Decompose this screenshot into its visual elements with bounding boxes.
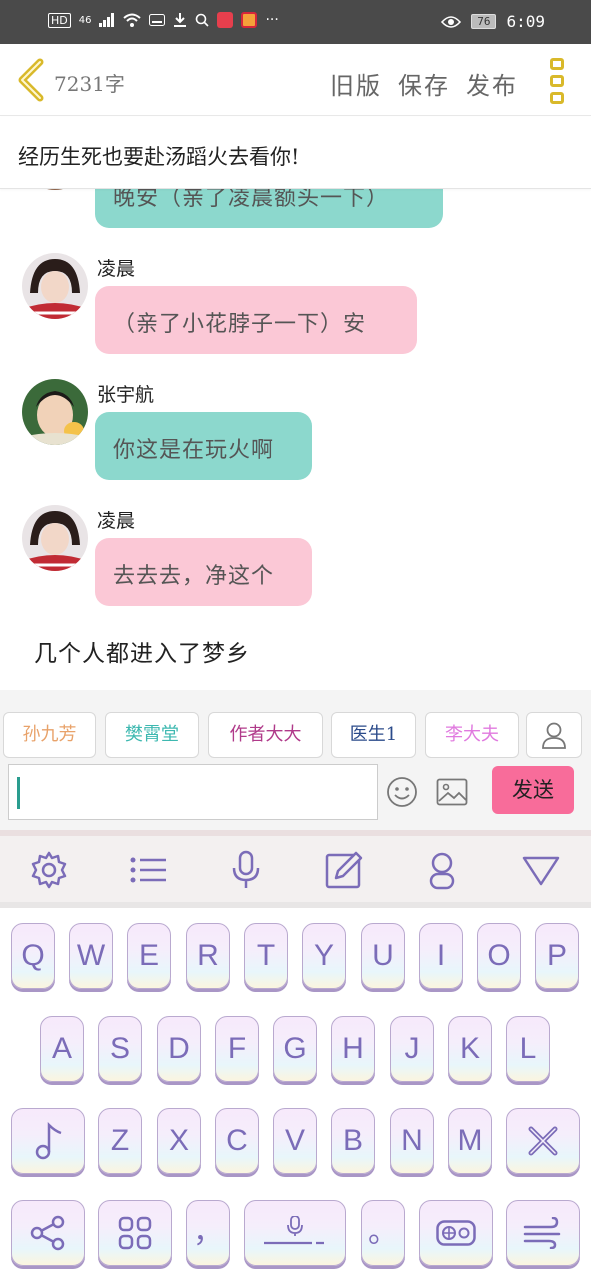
- keyboard-toolbar: [0, 830, 591, 908]
- chat-area[interactable]: 晚安（亲了凌晨额头一下） 凌晨 （亲了小花脖子一下）安 张宇航 你这是在玩火啊: [0, 150, 591, 690]
- character-tab[interactable]: 樊霄堂: [105, 712, 199, 758]
- key-r[interactable]: R: [186, 923, 230, 989]
- story-title: 经历生死也要赴汤蹈火去看你!: [18, 145, 300, 169]
- key-w[interactable]: W: [69, 923, 113, 989]
- key-c[interactable]: C: [215, 1108, 259, 1174]
- enter-key[interactable]: [506, 1200, 580, 1266]
- list-icon[interactable]: [128, 850, 168, 890]
- status-bar: HD 46 ··· 76 6:09: [0, 0, 591, 44]
- old-version-button[interactable]: 旧版: [330, 66, 382, 101]
- clock: 6:09: [506, 12, 545, 31]
- avatar[interactable]: [22, 253, 88, 319]
- key-n[interactable]: N: [390, 1108, 434, 1174]
- key-t[interactable]: T: [244, 923, 288, 989]
- person-icon[interactable]: [422, 850, 462, 890]
- more-menu-icon[interactable]: [550, 58, 566, 104]
- delete-key[interactable]: [506, 1108, 580, 1174]
- music-note-icon: [35, 1121, 62, 1160]
- space-key[interactable]: [244, 1200, 346, 1266]
- key-a[interactable]: A: [40, 1016, 84, 1082]
- key-g[interactable]: G: [273, 1016, 317, 1082]
- publish-button[interactable]: 发布: [466, 66, 518, 101]
- compose-panel: 孙九芳 樊霄堂 作者大大 医生1 李大夫 发送: [0, 690, 591, 830]
- eye-icon: [441, 15, 462, 28]
- sender-name: 张宇航: [97, 384, 155, 406]
- keyboard: Q W E R T Y U I O P A S D F G H J K L Z …: [0, 908, 591, 1280]
- search-status-icon: [196, 13, 210, 27]
- period-key[interactable]: 。: [361, 1200, 405, 1266]
- microphone-icon[interactable]: [226, 850, 266, 890]
- avatar[interactable]: [22, 505, 88, 571]
- message-bubble[interactable]: 你这是在玩火啊: [95, 412, 312, 480]
- apps-key[interactable]: [98, 1200, 172, 1266]
- settings-icon[interactable]: [29, 850, 69, 890]
- character-tab[interactable]: 医生1: [331, 712, 416, 758]
- delete-icon: [528, 1126, 558, 1156]
- app-icon-red: [217, 12, 234, 28]
- add-character-button[interactable]: [526, 712, 582, 758]
- share-key[interactable]: [11, 1200, 85, 1266]
- key-o[interactable]: O: [477, 923, 521, 989]
- music-key[interactable]: [11, 1108, 85, 1174]
- grid-icon: [118, 1216, 152, 1250]
- key-y[interactable]: Y: [302, 923, 346, 989]
- narration-text[interactable]: 几个人都进入了梦乡: [34, 634, 250, 668]
- key-p[interactable]: P: [535, 923, 579, 989]
- key-v[interactable]: V: [273, 1108, 317, 1174]
- download-icon: [174, 13, 187, 27]
- key-e[interactable]: E: [127, 923, 171, 989]
- text-cursor: [17, 777, 20, 809]
- key-s[interactable]: S: [98, 1016, 142, 1082]
- key-u[interactable]: U: [361, 923, 405, 989]
- keyboard-mode-icon: [436, 1220, 476, 1246]
- message-bubble[interactable]: （亲了小花脖子一下）安: [95, 286, 417, 354]
- user-icon: [542, 722, 566, 749]
- key-x[interactable]: X: [157, 1108, 201, 1174]
- wind-icon: [523, 1217, 561, 1249]
- back-arrow-icon[interactable]: [14, 58, 48, 102]
- keyboard-status-icon: [149, 14, 166, 26]
- key-i[interactable]: I: [419, 923, 463, 989]
- word-count: 7231字: [54, 72, 125, 96]
- more-notifications-icon: ···: [265, 12, 279, 28]
- emoji-icon[interactable]: [386, 776, 418, 808]
- key-h[interactable]: H: [331, 1016, 375, 1082]
- network-label: 46: [78, 14, 92, 26]
- key-z[interactable]: Z: [98, 1108, 142, 1174]
- battery-indicator: 76: [471, 14, 497, 29]
- image-icon[interactable]: [436, 778, 468, 806]
- message-bubble[interactable]: 去去去，净这个: [95, 538, 312, 606]
- key-d[interactable]: D: [157, 1016, 201, 1082]
- edit-icon[interactable]: [324, 850, 364, 890]
- share-icon: [30, 1215, 65, 1251]
- app-icon-festival: [241, 12, 258, 28]
- key-l[interactable]: L: [506, 1016, 550, 1082]
- key-k[interactable]: K: [448, 1016, 492, 1082]
- key-b[interactable]: B: [331, 1108, 375, 1174]
- signal-icon: [99, 13, 115, 27]
- key-m[interactable]: M: [448, 1108, 492, 1174]
- space-mic-icon: [264, 1216, 324, 1245]
- character-tab[interactable]: 李大夫: [425, 712, 519, 758]
- collapse-keyboard-icon[interactable]: [521, 850, 561, 890]
- save-button[interactable]: 保存: [398, 66, 450, 101]
- message-input[interactable]: [8, 764, 378, 820]
- hd-icon: HD: [48, 12, 71, 28]
- key-q[interactable]: Q: [11, 923, 55, 989]
- story-title-bar: 经历生死也要赴汤蹈火去看你!: [0, 117, 591, 189]
- key-j[interactable]: J: [390, 1016, 434, 1082]
- sender-name: 凌晨: [97, 510, 136, 532]
- comma-key[interactable]: ，: [186, 1200, 230, 1266]
- key-f[interactable]: F: [215, 1016, 259, 1082]
- character-tab[interactable]: 孙九芳: [3, 712, 96, 758]
- send-button[interactable]: 发送: [492, 766, 574, 814]
- character-tab[interactable]: 作者大大: [208, 712, 323, 758]
- wifi-icon: [123, 13, 142, 27]
- sender-name: 凌晨: [97, 258, 136, 280]
- mode-switch-key[interactable]: [419, 1200, 493, 1266]
- editor-header: 7231字 旧版 保存 发布: [0, 44, 591, 116]
- avatar[interactable]: [22, 379, 88, 445]
